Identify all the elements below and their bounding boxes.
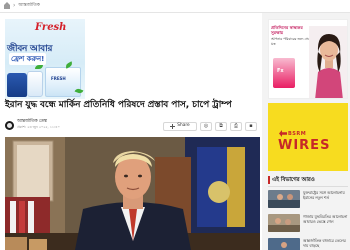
print-button[interactable]: ⎙ [230,122,242,131]
fresh-ad-tagline: ফ্রেশ করুন! [9,53,47,65]
copy-link-button[interactable]: ⧉ [215,122,227,131]
whatsapp-button[interactable]: ◎ [200,122,212,131]
author-info: আন্তর্জাতিক ডেস্ক প্রকাশ: ২৩ জুন ২০২৫, ১… [17,119,60,130]
chevron-right-icon: › [13,2,16,9]
health-product-advertisement[interactable]: প্রতিদিনের স্বাস্থ্যকর সুরক্ষায় আপনার প… [268,19,348,99]
right-sidebar: প্রতিদিনের স্বাস্থ্যকর সুরক্ষায় আপনার প… [265,13,350,250]
list-item[interactable]: যুক্তরাষ্ট্রের সঙ্গে আলোচনায় ইরানের নতু… [268,188,348,210]
whatsapp-icon: ◎ [203,123,209,129]
lead-photo-illustration [5,137,260,250]
page: › আন্তর্জাতিক Fresh জীবন আবার ফ্রেশ করুন… [0,0,350,250]
news-headline: আন্তর্জাতিক বাজারে তেলের দাম বাড়ছে [303,238,346,249]
author-name[interactable]: আন্তর্জাতিক ডেস্ক [17,119,60,124]
copy-link-icon: ⧉ [219,123,223,129]
print-icon: ⎙ [233,123,238,129]
fresh-logo: Fresh [35,22,67,33]
fresh-pack-label: FRESH [51,76,66,81]
breadcrumb-section-link[interactable]: আন্তর্জাতিক [18,3,40,9]
breadcrumb: › আন্তর্জাতিক [0,0,350,13]
author-avatar [5,120,14,130]
news-thumbnail [268,238,300,250]
news-thumbnail [268,214,300,232]
share-button[interactable]: Share [163,122,197,131]
article-lead-photo [5,137,260,250]
fresh-advertisement[interactable]: Fresh জীবন আবার ফ্রেশ করুন! FRESH [5,19,85,99]
news-headline: যুক্তরাষ্ট্রের সঙ্গে আলোচনায় ইরানের নতু… [303,190,345,201]
share-icon [170,124,176,129]
fresh-bottle-image [27,71,43,97]
fresh-jar-image [7,73,27,97]
fresh-pack-image [45,67,81,97]
publish-date: প্রকাশ: ২৩ জুন ২০২৫, ১১:৪০ [17,125,60,130]
wires-title: WIRES [278,138,331,153]
list-item[interactable]: আন্তর্জাতিক বাজারে তেলের দাম বাড়ছে [268,236,348,250]
ad-model-image [309,26,347,98]
bsrm-brand: BSRM [288,131,307,137]
list-item[interactable]: গাজায় যুদ্ধবিরতির আলোচনা আবারও ভেস্তে গ… [268,212,348,234]
article-column: Fresh জীবন আবার ফ্রেশ করুন! FRESH ইরান য… [0,13,262,250]
news-headline: গাজায় যুদ্ধবিরতির আলোচনা আবারও ভেস্তে গ… [303,214,348,225]
section-more-title: এই বিভাগের আরও [268,176,348,184]
comment-icon: ▪ [249,123,253,129]
bsrm-wires-advertisement[interactable]: BSRM WIRES [268,103,348,171]
share-label: Share [177,123,190,129]
news-thumbnail [268,190,300,208]
article-meta: আন্তর্জাতিক ডেস্ক প্রকাশ: ২৩ জুন ২০২৫, ১… [5,114,260,136]
ad-card-subtitle: আপনার পরিবারের জন্য সেরা যত্ন [271,37,311,46]
article-headline: ইরান যুদ্ধ বন্ধে মার্কিন প্রতিনিধি পরিষদ… [5,99,232,110]
ad-pack-label: Fx [277,68,284,74]
comment-button[interactable]: ▪ [245,122,257,131]
home-icon[interactable] [4,2,10,9]
ad-card-title: প্রতিদিনের স্বাস্থ্যকর সুরক্ষায় [271,25,303,35]
divider [268,186,348,187]
leaf-decoration [35,65,43,69]
bsrm-logo-icon [279,130,287,137]
